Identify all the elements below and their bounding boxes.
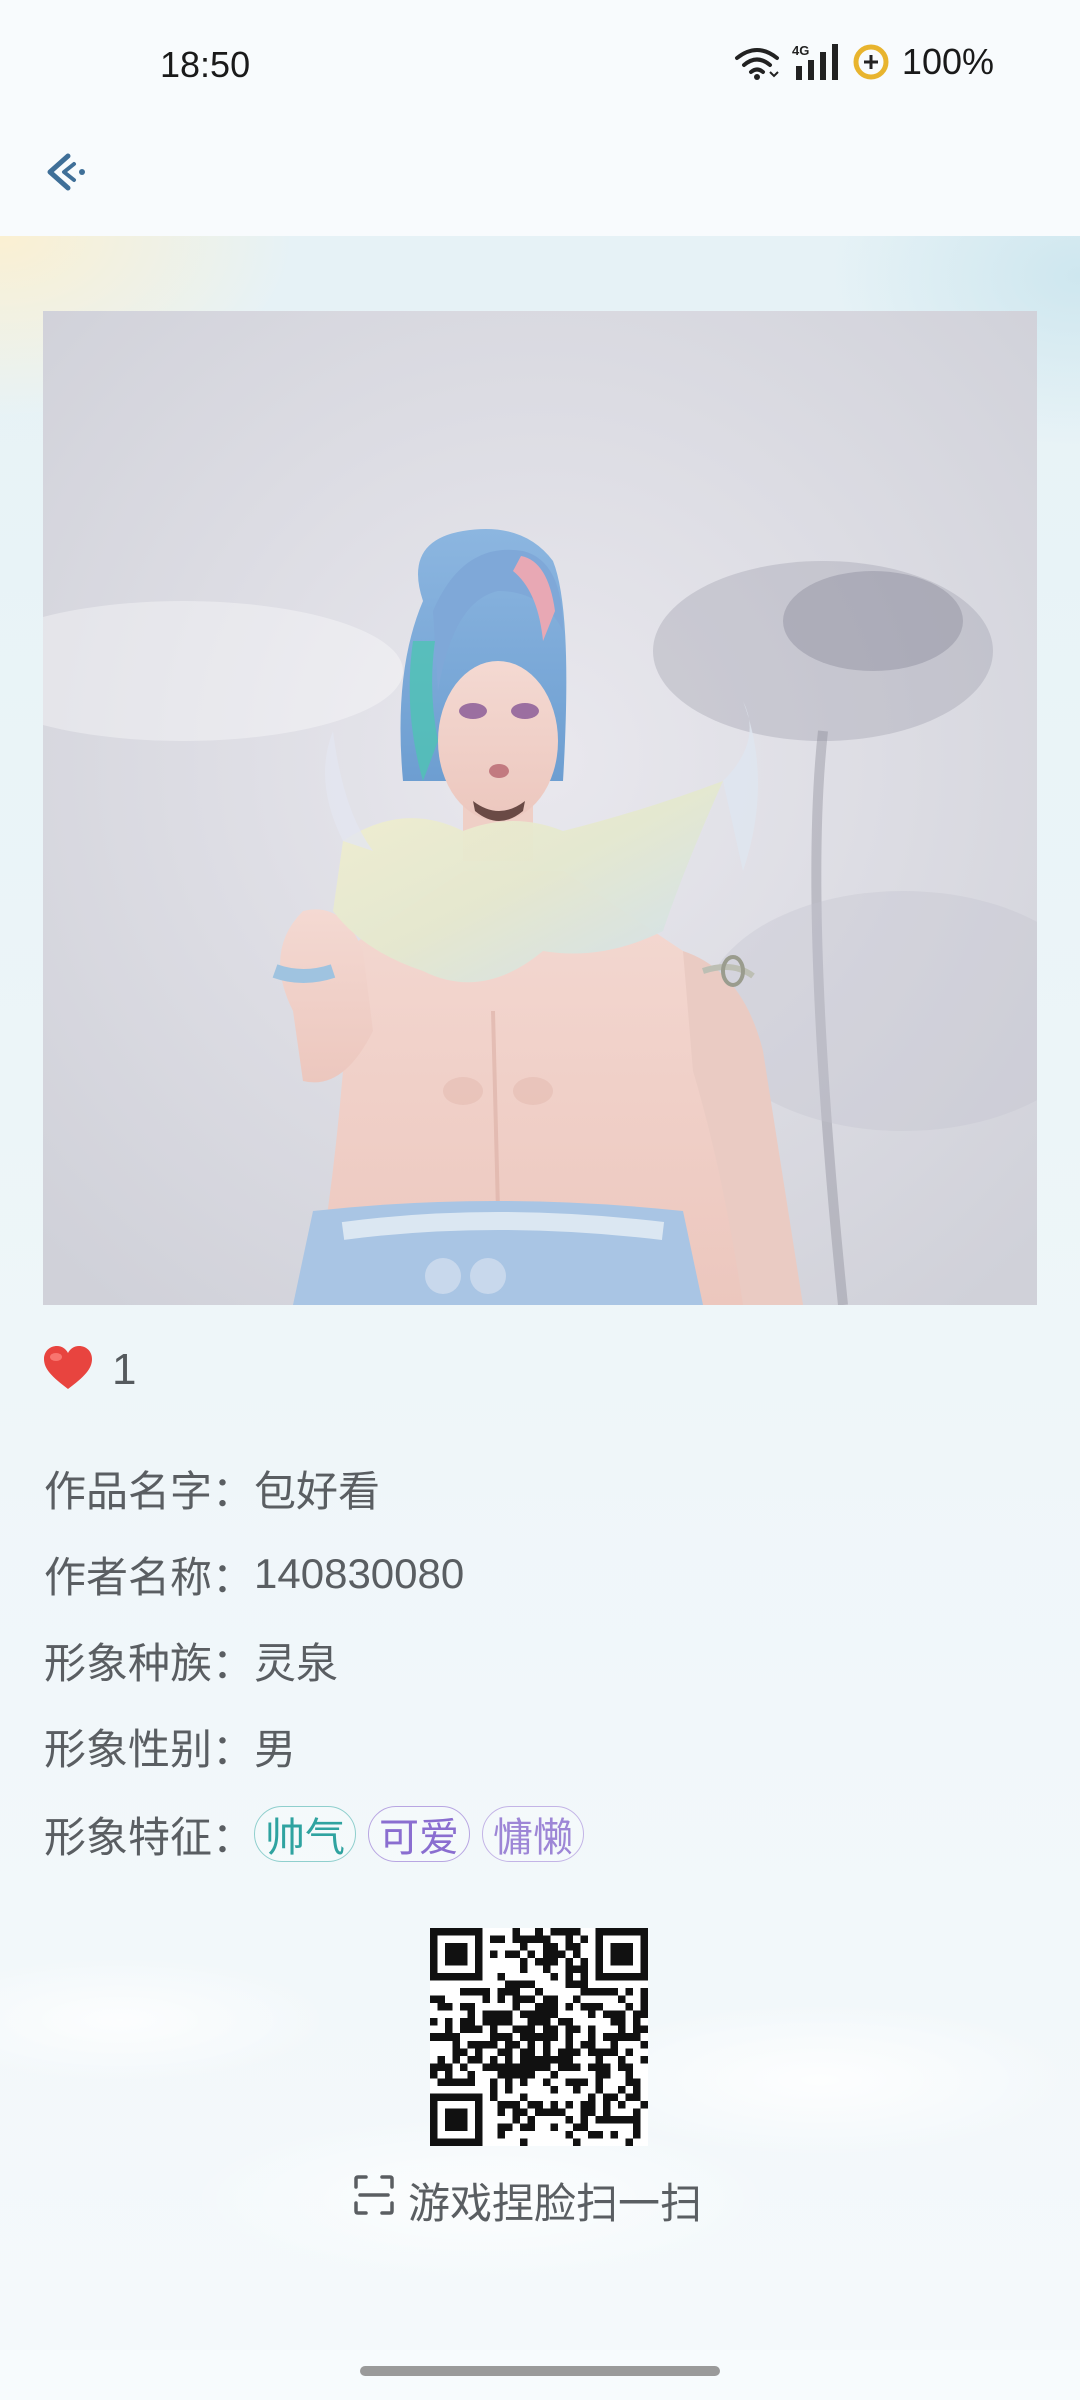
race-value: 灵泉 <box>254 1638 339 1688</box>
work-preview-image <box>43 311 1037 1305</box>
scan-hint[interactable]: 游戏捏脸扫一扫 <box>352 2170 702 2230</box>
work-name-label: 作品名字： <box>44 1466 255 1516</box>
battery-percentage: 100% <box>901 41 994 82</box>
traits-label: 形象特征： <box>44 1812 255 1862</box>
gender-label: 形象性别： <box>44 1724 255 1774</box>
work-name-row: 作品名字： 包好看 <box>44 1458 380 1518</box>
status-bar: 18:50 4G 100% <box>0 0 1080 136</box>
home-indicator[interactable] <box>360 2366 720 2376</box>
gender-row: 形象性别： 男 <box>44 1716 296 1776</box>
trait-tag: 可爱 <box>368 1806 471 1862</box>
author-name-label: 作者名称： <box>44 1552 255 1602</box>
network-type-label: 4G <box>792 43 809 58</box>
signal-icon: 4G <box>792 42 840 82</box>
status-time: 18:50 <box>160 44 251 85</box>
qr-code <box>430 1928 648 2146</box>
author-name-value: 140830080 <box>254 1550 465 1597</box>
back-arrow-icon <box>40 148 88 200</box>
wifi-icon <box>734 44 780 80</box>
scan-icon <box>352 2173 396 2227</box>
author-name-row: 作者名称： 140830080 <box>44 1544 464 1604</box>
race-label: 形象种族： <box>44 1638 255 1688</box>
battery-saver-icon <box>852 43 890 81</box>
race-row: 形象种族： 灵泉 <box>44 1630 338 1690</box>
status-icons: 4G 100% <box>734 40 994 84</box>
traits-row: 形象特征： 帅气 可爱 慵懒 <box>44 1804 596 1864</box>
work-name-value: 包好看 <box>254 1466 381 1516</box>
like-row: 1 <box>42 1340 136 1400</box>
trait-tag: 慵懒 <box>482 1806 585 1862</box>
trait-tag: 帅气 <box>254 1806 357 1862</box>
like-count: 1 <box>112 1345 137 1394</box>
heart-icon[interactable] <box>42 1345 94 1395</box>
app-header <box>0 136 1080 236</box>
scan-label: 游戏捏脸扫一扫 <box>408 2178 703 2228</box>
gender-value: 男 <box>254 1724 297 1774</box>
back-button[interactable] <box>36 146 92 202</box>
